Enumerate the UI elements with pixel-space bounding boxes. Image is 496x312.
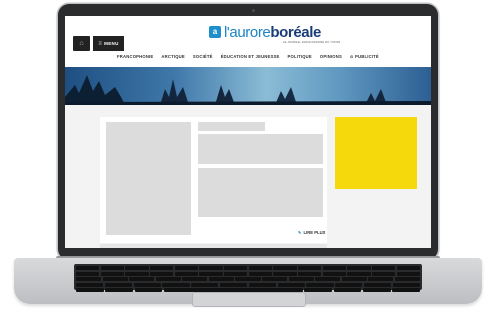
camera-icon: [252, 9, 255, 12]
article-title-placeholder: [198, 122, 265, 131]
article-body-placeholder: [198, 168, 323, 217]
nav-item-education-jeunesse[interactable]: ÉDUCATION ET JEUNESSE: [221, 54, 280, 59]
logo-text: l'auroreboréale: [224, 23, 321, 41]
logo-mark-icon: a: [209, 26, 221, 38]
main-nav: FRANCOPHONIE ARCTIQUE SOCIÉTÉ ÉDUCATION …: [65, 54, 431, 59]
trackpad: [192, 292, 306, 307]
advertisement-box[interactable]: [335, 117, 417, 189]
pencil-icon: ✎: [298, 230, 302, 235]
article-excerpt-placeholder: [198, 134, 323, 164]
next-article-strip: [100, 244, 327, 248]
aurora-forest-illustration: [65, 75, 431, 105]
laptop-screen: ⌂ ≡ MENU a l'auroreboréale LE JOURNAL FRA…: [65, 16, 431, 248]
site-tagline: LE JOURNAL FRANCOPHONE DU YUKON: [283, 41, 341, 44]
read-more-label: LIRE PLUS: [303, 230, 326, 235]
site-logo[interactable]: a l'auroreboréale: [209, 22, 321, 42]
read-more-link[interactable]: ✎ LIRE PLUS: [298, 230, 325, 235]
header-banner-image: [65, 67, 431, 105]
menu-label: MENU: [104, 41, 119, 46]
home-icon[interactable]: ⌂: [73, 36, 90, 51]
nav-item-arctique[interactable]: ARCTIQUE: [161, 54, 184, 59]
nav-item-politique[interactable]: POLITIQUE: [288, 54, 312, 59]
nav-item-opinions[interactable]: OPINIONS: [320, 54, 342, 59]
hamburger-icon: ≡: [98, 41, 103, 47]
nav-item-publicite[interactable]: ⊙ PUBLICITÉ: [350, 54, 379, 59]
menu-button[interactable]: ≡ MENU: [93, 36, 124, 51]
keyboard: [76, 266, 421, 292]
site-header: ⌂ ≡ MENU a l'auroreboréale LE JOURNAL FRA…: [65, 16, 431, 67]
nav-item-francophonie[interactable]: FRANCOPHONIE: [117, 54, 153, 59]
nav-item-societe[interactable]: SOCIÉTÉ: [193, 54, 213, 59]
article-image-placeholder: [106, 122, 191, 235]
